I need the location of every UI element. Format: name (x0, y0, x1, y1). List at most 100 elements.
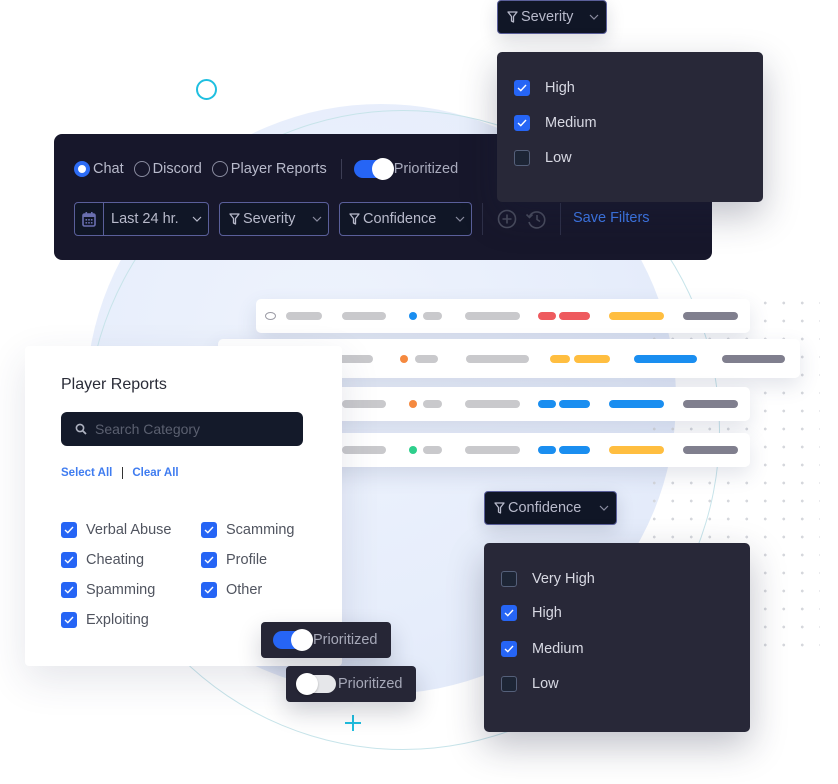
checkbox-checked[interactable] (201, 552, 217, 568)
placeholder-pill (342, 312, 386, 320)
confidence-option-high[interactable]: High (501, 605, 562, 621)
severity-option-low[interactable]: Low (514, 150, 572, 166)
checkbox-checked[interactable] (501, 641, 517, 657)
category-exploiting[interactable]: Exploiting (61, 612, 149, 628)
bulk-actions: Select All Clear All (61, 467, 179, 479)
calendar-icon (75, 203, 104, 235)
source-radio-group: Chat Discord Player Reports Prioritized (74, 158, 458, 180)
placeholder-pill (466, 354, 529, 363)
tag-pill (538, 446, 556, 454)
radio-player-reports[interactable]: Player Reports (211, 161, 327, 177)
status-dot (409, 446, 417, 454)
prioritized-toggle[interactable]: Prioritized (353, 158, 458, 180)
placeholder-pill (342, 400, 386, 408)
category-profile[interactable]: Profile (201, 552, 267, 568)
category-scamming[interactable]: Scamming (201, 522, 295, 538)
status-dot (409, 400, 417, 408)
confidence-option-medium[interactable]: Medium (501, 641, 584, 657)
plus-decoration-icon (343, 713, 363, 733)
placeholder-pill (465, 446, 520, 454)
prioritized-toggle-off[interactable]: Prioritized (286, 666, 416, 702)
tag-pill (559, 400, 590, 408)
status-dot (400, 354, 408, 363)
checkbox[interactable] (501, 571, 517, 587)
divider (122, 467, 124, 479)
checkbox-checked[interactable] (501, 605, 517, 621)
severity-dropdown-menu: High Medium Low (497, 52, 763, 202)
checkbox[interactable] (514, 150, 530, 166)
placeholder-pill (465, 400, 520, 408)
divider (560, 203, 561, 235)
placeholder-pill (423, 312, 442, 320)
category-verbal-abuse[interactable]: Verbal Abuse (61, 522, 171, 538)
checkbox-checked[interactable] (61, 552, 77, 568)
card-title: Player Reports (61, 376, 167, 393)
placeholder-pill (683, 400, 738, 408)
category-other[interactable]: Other (201, 582, 262, 598)
filter-icon (507, 11, 518, 23)
level-bar (609, 312, 664, 320)
save-filters-link[interactable]: Save Filters (573, 210, 650, 226)
clear-all-link[interactable]: Clear All (132, 467, 178, 479)
level-bar (634, 354, 697, 363)
confidence-select[interactable]: Confidence (339, 202, 472, 236)
search-category-input[interactable] (95, 421, 285, 437)
toggle-switch[interactable] (353, 158, 394, 180)
toggle-switch[interactable] (273, 629, 313, 651)
chevron-down-icon (582, 14, 606, 20)
confidence-option-very-high[interactable]: Very High (501, 571, 595, 587)
radio-icon (74, 161, 90, 177)
severity-dropdown-button[interactable]: Severity (497, 0, 607, 34)
severity-option-high[interactable]: High (514, 80, 575, 96)
tag-pill (574, 354, 610, 363)
divider (340, 159, 342, 179)
radio-icon (133, 161, 150, 177)
radio-discord[interactable]: Discord (133, 161, 202, 177)
date-range-select[interactable]: Last 24 hr. (74, 202, 209, 236)
confidence-dropdown-menu: Very High High Medium Low (484, 543, 750, 732)
ring-decoration-icon (196, 79, 217, 100)
checkbox-checked[interactable] (61, 522, 77, 538)
table-row[interactable] (256, 299, 750, 333)
level-bar (609, 446, 664, 454)
checkbox-checked[interactable] (514, 115, 530, 131)
chevron-down-icon (186, 216, 208, 222)
prioritized-toggle-on[interactable]: Prioritized (261, 622, 391, 658)
tag-pill (538, 312, 556, 320)
placeholder-pill (423, 446, 442, 454)
confidence-option-low[interactable]: Low (501, 676, 559, 692)
player-reports-card: Player Reports Select All Clear All Verb… (25, 346, 342, 666)
filter-icon (349, 213, 360, 225)
checkbox[interactable] (501, 676, 517, 692)
checkbox-checked[interactable] (201, 522, 217, 538)
filter-icon (229, 213, 240, 225)
add-circle-icon[interactable] (497, 209, 517, 229)
row-select-icon[interactable] (265, 312, 276, 320)
placeholder-pill (683, 446, 738, 454)
checkbox-checked[interactable] (61, 612, 77, 628)
placeholder-pill (415, 354, 438, 363)
tag-pill (538, 400, 556, 408)
filter-icon (494, 502, 505, 514)
tag-pill (550, 354, 570, 363)
chevron-down-icon (592, 505, 616, 511)
confidence-dropdown-button[interactable]: Confidence (484, 491, 617, 525)
radio-chat[interactable]: Chat (74, 161, 124, 177)
category-cheating[interactable]: Cheating (61, 552, 144, 568)
checkbox-checked[interactable] (514, 80, 530, 96)
tag-pill (559, 446, 590, 454)
checkbox-checked[interactable] (201, 582, 217, 598)
select-all-link[interactable]: Select All (61, 467, 112, 479)
checkbox-checked[interactable] (61, 582, 77, 598)
level-bar (609, 400, 664, 408)
search-category-field[interactable] (61, 412, 303, 446)
severity-option-medium[interactable]: Medium (514, 115, 597, 131)
category-spamming[interactable]: Spamming (61, 582, 155, 598)
severity-select[interactable]: Severity (219, 202, 329, 236)
status-dot (409, 312, 417, 320)
placeholder-pill (465, 312, 520, 320)
search-icon (75, 423, 87, 435)
radio-icon (211, 161, 228, 177)
history-icon[interactable] (525, 209, 546, 229)
toggle-switch[interactable] (296, 673, 336, 695)
